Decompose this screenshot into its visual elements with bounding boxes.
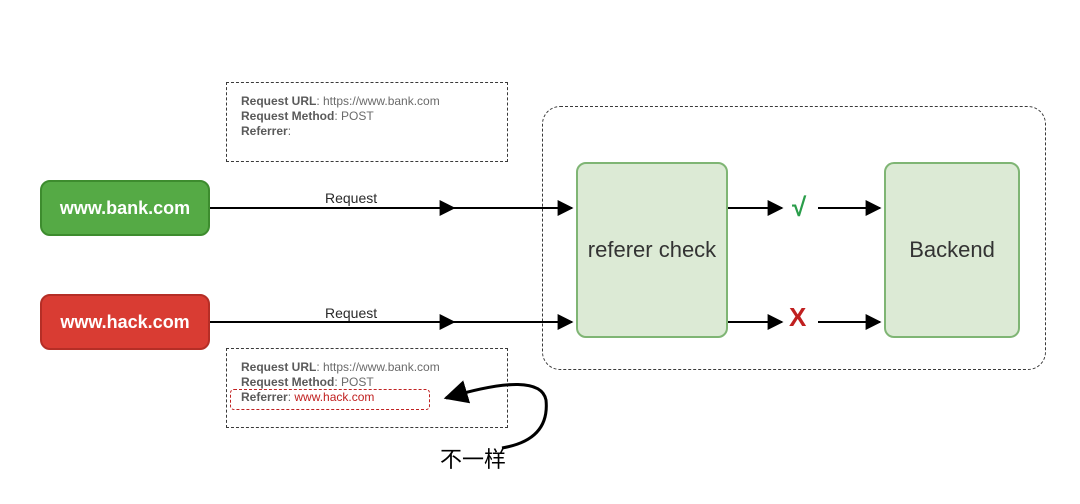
request-info-bottom: Request URL: https://www.bank.com Reques… [226, 348, 508, 428]
mark-pass: √ [792, 192, 806, 223]
request-info-top: Request URL: https://www.bank.com Reques… [226, 82, 508, 162]
req-method-label-b: Request Method [241, 375, 334, 389]
site-hack: www.hack.com [40, 294, 210, 350]
edge-label-request-2: Request [325, 305, 377, 321]
site-hack-label: www.hack.com [60, 312, 189, 333]
referer-check-label: referer check [588, 237, 716, 262]
referer-check-box: referer check [576, 162, 728, 338]
req-referrer-value: : [288, 124, 291, 138]
req-referrer-label: Referrer [241, 124, 288, 138]
backend-box: Backend [884, 162, 1020, 338]
backend-label: Backend [909, 237, 995, 262]
req-method-value-b: : POST [334, 375, 373, 389]
req-url-value: : https://www.bank.com [316, 94, 439, 108]
req-method-value: : POST [334, 109, 373, 123]
req-referrer-label-b: Referrer [241, 390, 288, 404]
req-method-label: Request Method [241, 109, 334, 123]
site-bank-label: www.bank.com [60, 198, 190, 219]
req-url-label: Request URL [241, 94, 316, 108]
annotation-not-same: 不一样 [440, 442, 506, 474]
req-url-label-b: Request URL [241, 360, 316, 374]
req-url-value-b: : https://www.bank.com [316, 360, 439, 374]
edge-label-request-1: Request [325, 190, 377, 206]
mark-fail: X [789, 302, 806, 333]
req-referrer-host-b: www.hack.com [294, 390, 374, 404]
site-bank: www.bank.com [40, 180, 210, 236]
